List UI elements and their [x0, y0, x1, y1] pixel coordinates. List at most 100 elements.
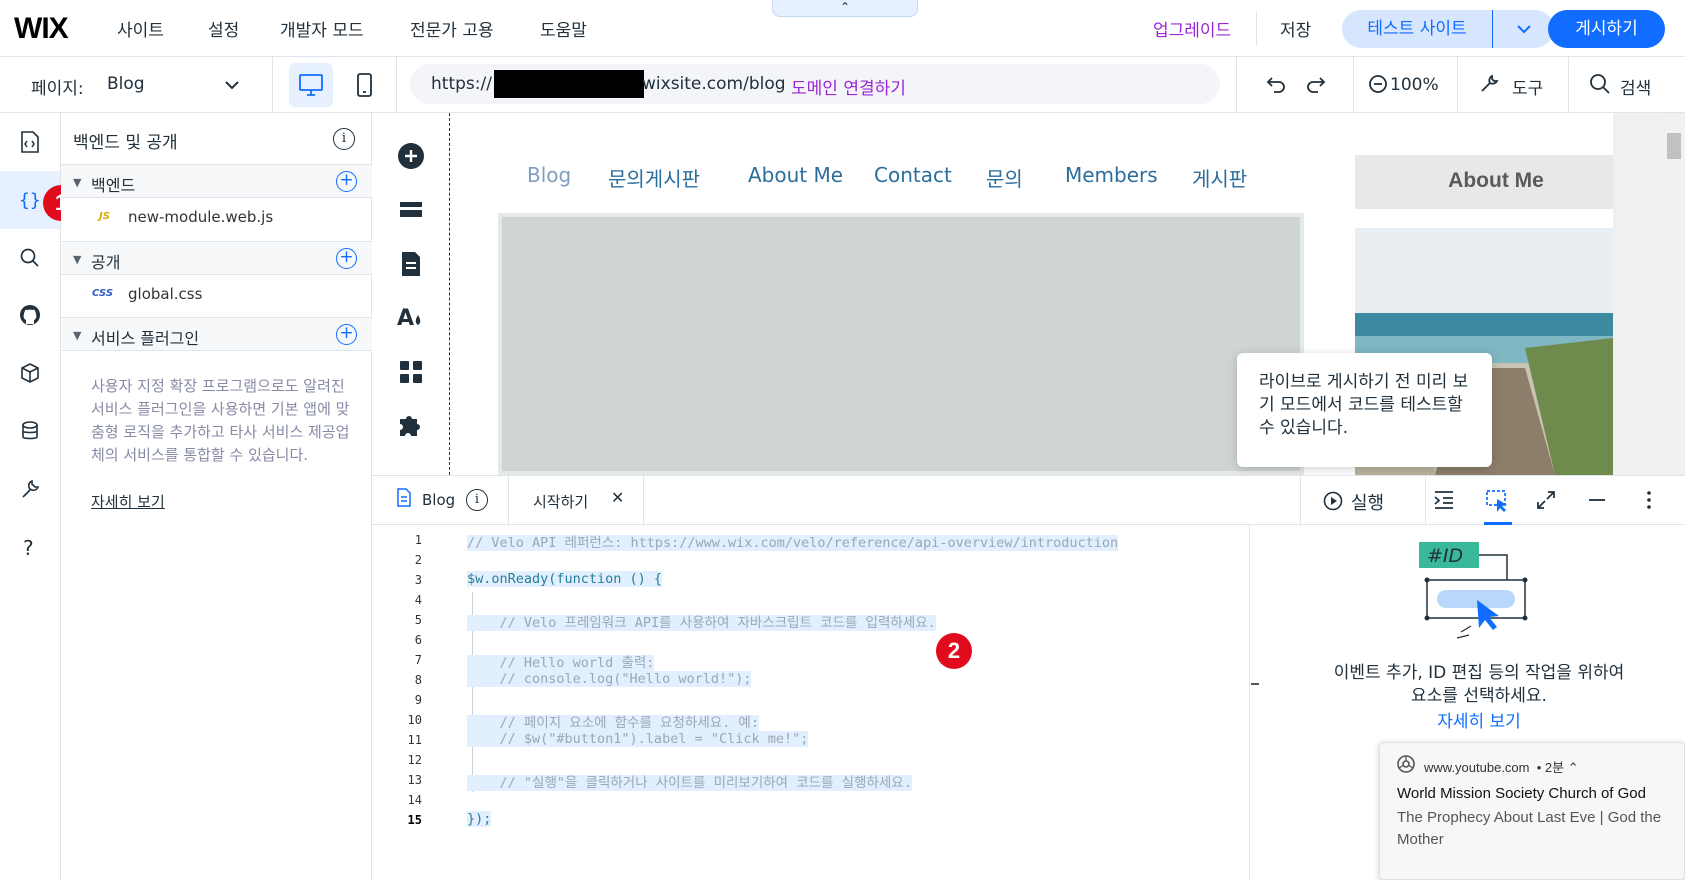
- tools-icon[interactable]: [1478, 73, 1500, 95]
- rail-page-code-button[interactable]: [0, 113, 60, 171]
- code-line[interactable]: // console.log("Hello world!");: [467, 671, 752, 687]
- search-button[interactable]: 검색: [1620, 74, 1651, 99]
- code-line[interactable]: });: [467, 811, 492, 827]
- hero-image-placeholder[interactable]: [498, 213, 1304, 475]
- menu-help[interactable]: 도움말: [540, 16, 587, 41]
- nav-blog[interactable]: Blog: [527, 163, 571, 187]
- code-editor[interactable]: 1 2 3 4 5 6 7 8 9 10 11 12 13 14 15 // V…: [372, 525, 1249, 880]
- undo-icon[interactable]: [1265, 73, 1287, 95]
- upgrade-link[interactable]: 업그레이드: [1153, 16, 1231, 41]
- nav-inquiry[interactable]: 문의: [986, 163, 1023, 192]
- more-options-icon[interactable]: [1638, 489, 1660, 511]
- chevron-down-icon: [1517, 25, 1531, 34]
- nav-contact[interactable]: Contact: [874, 163, 952, 187]
- line-number: 8: [414, 673, 422, 687]
- info-icon[interactable]: i: [333, 128, 355, 150]
- code-line[interactable]: // Velo 프레임워크 API를 사용하여 자바스크립트 코드를 입력하세요…: [467, 611, 936, 631]
- expand-icon[interactable]: [1535, 489, 1557, 511]
- section-public[interactable]: ▼ 공개 +: [61, 241, 372, 275]
- save-button[interactable]: 저장: [1280, 16, 1311, 41]
- zoom-level[interactable]: 100%: [1390, 75, 1439, 95]
- redo-icon[interactable]: [1305, 73, 1327, 95]
- learn-more-link[interactable]: 자세히 보기: [91, 491, 165, 512]
- theme-icon[interactable]: A: [397, 303, 425, 331]
- file-new-module[interactable]: new-module.web.js: [128, 208, 273, 226]
- pages-icon[interactable]: [397, 250, 425, 278]
- preview-tooltip: 라이브로 게시하기 전 미리 보기 모드에서 코드를 테스트할 수 있습니다.: [1237, 353, 1492, 467]
- chevron-up-icon[interactable]: ⌃: [1568, 760, 1579, 775]
- rail-github-button[interactable]: [0, 287, 60, 345]
- canvas-scrollbar[interactable]: [1664, 113, 1685, 475]
- collapse-topbar-button[interactable]: ⌃: [772, 0, 918, 17]
- panel-title: 백엔드 및 공개: [73, 133, 178, 153]
- line-number: 9: [414, 693, 422, 707]
- line-number: 3: [414, 573, 422, 587]
- page-selector[interactable]: Blog: [107, 74, 145, 94]
- add-file-icon[interactable]: +: [336, 171, 357, 192]
- add-element-icon[interactable]: [397, 142, 425, 170]
- file-global-css[interactable]: global.css: [128, 285, 202, 303]
- line-number: 6: [414, 633, 422, 647]
- mobile-view-button[interactable]: [343, 63, 387, 107]
- inspector-hint: 이벤트 추가, ID 편집 등의 작업을 위하여 요소를 선택하세요.: [1333, 663, 1625, 706]
- tab-getting-started[interactable]: 시작하기 ✕: [508, 476, 644, 525]
- rail-help-button[interactable]: ?: [0, 519, 60, 577]
- plugins-icon[interactable]: [397, 411, 425, 439]
- code-line[interactable]: // 페이지 요소에 함수를 요청하세요. 예:: [467, 711, 759, 731]
- nav-members[interactable]: Members: [1065, 163, 1158, 187]
- test-site-dropdown-button[interactable]: [1492, 10, 1554, 48]
- sections-icon[interactable]: [397, 199, 425, 223]
- connect-domain-link[interactable]: 도메인 연결하기: [791, 74, 906, 99]
- search-icon[interactable]: [1589, 73, 1611, 95]
- zoom-out-icon[interactable]: [1368, 74, 1388, 94]
- nav-about-me[interactable]: About Me: [748, 163, 843, 187]
- chevron-down-icon[interactable]: [224, 80, 240, 90]
- menu-dev-mode[interactable]: 개발자 모드: [280, 16, 364, 41]
- scrollbar-thumb[interactable]: [1667, 133, 1681, 159]
- notification-source: www.youtube.com • 2분 ⌃: [1424, 757, 1579, 776]
- divider: [396, 57, 397, 113]
- add-file-icon[interactable]: +: [336, 248, 357, 269]
- nav-inquiry-board[interactable]: 문의게시판: [608, 163, 700, 192]
- nav-board[interactable]: 게시판: [1192, 163, 1247, 192]
- pages-code-icon: [21, 131, 39, 153]
- rail-database-button[interactable]: [0, 403, 60, 461]
- line-number: 10: [407, 713, 422, 727]
- browser-notification[interactable]: www.youtube.com • 2분 ⌃ World Mission Soc…: [1379, 742, 1685, 880]
- notification-title: World Mission Society Church of God: [1397, 785, 1646, 802]
- page-file-icon: [397, 488, 411, 507]
- code-line[interactable]: // "실행"을 클릭하거나 사이트를 미리보기하여 코드를 실행하세요.: [467, 771, 912, 791]
- about-me-title: About Me: [1448, 169, 1544, 192]
- rail-tools-button[interactable]: [0, 461, 60, 519]
- rail-search-button[interactable]: [0, 229, 60, 287]
- code-line[interactable]: $w.onReady(function () {: [467, 571, 663, 587]
- step-badge-2: 2: [936, 633, 972, 669]
- rail-packages-button[interactable]: [0, 345, 60, 403]
- element-select-icon[interactable]: [1485, 489, 1511, 513]
- publish-button[interactable]: 게시하기: [1548, 10, 1665, 48]
- tools-button[interactable]: 도구: [1512, 74, 1543, 99]
- menu-hire-expert[interactable]: 전문가 고용: [410, 16, 494, 41]
- wix-logo[interactable]: WIX: [14, 12, 69, 46]
- info-icon[interactable]: i: [466, 489, 488, 511]
- about-me-header[interactable]: About Me: [1355, 155, 1613, 209]
- code-line[interactable]: // Hello world 출력:: [467, 651, 655, 671]
- tab-blog[interactable]: Blog i: [372, 476, 508, 525]
- code-text: // "실행"을 클릭하거나 사이트를 미리보기하여 코드를 실행하세요.: [467, 775, 912, 791]
- desktop-view-button[interactable]: [289, 63, 333, 107]
- code-text: // Velo API 레퍼런스: https://www.wix.com/ve…: [467, 535, 1119, 551]
- menu-settings[interactable]: 설정: [208, 16, 239, 41]
- test-site-button[interactable]: 테스트 사이트: [1342, 10, 1492, 48]
- minimize-icon[interactable]: [1586, 489, 1608, 511]
- menu-site[interactable]: 사이트: [117, 16, 164, 41]
- format-indent-icon[interactable]: [1432, 489, 1456, 511]
- code-line[interactable]: // Velo API 레퍼런스: https://www.wix.com/ve…: [467, 531, 1119, 551]
- section-backend[interactable]: ▼ 백엔드 +: [61, 164, 372, 198]
- section-service-plugins[interactable]: ▼ 서비스 플러그인 +: [61, 317, 372, 351]
- close-tab-icon[interactable]: ✕: [611, 488, 624, 507]
- apps-icon[interactable]: [397, 358, 425, 386]
- inspector-learn-more-link[interactable]: 자세히 보기: [1429, 707, 1529, 732]
- add-plugin-icon[interactable]: +: [336, 324, 357, 345]
- run-button[interactable]: 실행: [1300, 476, 1426, 525]
- code-line[interactable]: // $w("#button1").label = "Click me!";: [467, 731, 809, 747]
